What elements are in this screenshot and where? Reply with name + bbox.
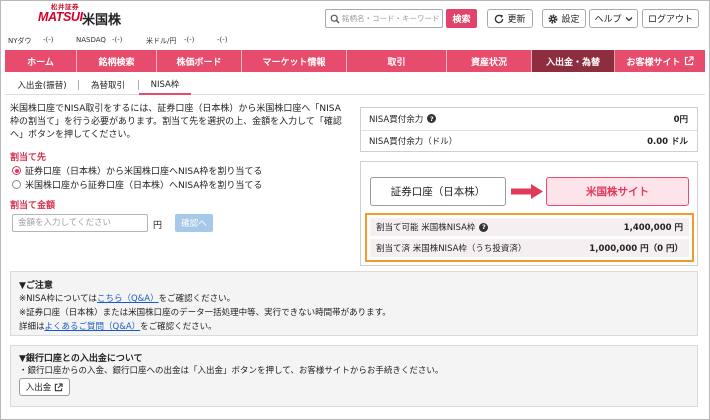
amount-input[interactable]	[13, 215, 147, 231]
buying-power-label: NISA買付余力	[369, 114, 424, 125]
radio-us-to-jp[interactable]: 米国株口座から証券口座（日本株）へNISA枠を割り当てる	[12, 178, 262, 191]
notice-line: ※証券口座（日本株）または米国株口座のデータ一括処理中等、実行できない時間帯があ…	[19, 308, 391, 318]
refresh-button[interactable]: 更新	[487, 9, 533, 28]
to-account-label: 米国株サイト	[546, 177, 689, 206]
quota-allocated-row: 割当て済 米国株NISA枠（うち投資済） 1,000,000 円（0 円）	[370, 239, 689, 257]
amount-unit: 円	[153, 221, 163, 231]
nav-deposit-fx[interactable]: 入出金・為替	[532, 50, 615, 72]
quota-available-label: 割当て可能 米国株NISA枠	[376, 223, 476, 233]
help-dropdown[interactable]: ヘルプ	[589, 9, 638, 28]
ticker-value: -(-)	[112, 36, 123, 44]
nav-customer-site[interactable]: お客様サイト	[615, 50, 705, 72]
external-link-icon	[54, 382, 63, 392]
sub-tabs: 入出金(振替) 為替取引 NISA枠	[5, 74, 705, 95]
settings-button[interactable]: 設定	[542, 9, 586, 28]
search-icon	[330, 14, 340, 24]
ticker-label: NYダウ	[8, 37, 32, 45]
radio-indicator[interactable]	[12, 166, 21, 175]
ticker-label: NASDAQ	[76, 36, 106, 44]
buying-power-usd-label: NISA買付余力（ドル）	[369, 136, 458, 147]
from-account-label: 証券口座（日本株）	[370, 177, 506, 206]
logo-brand: MATSUI	[38, 10, 83, 24]
gear-icon	[548, 13, 558, 24]
search-button[interactable]: 検索	[446, 9, 477, 28]
buying-power-usd-row: NISA買付余力（ドル） 0.00 ドル	[361, 129, 697, 152]
quota-allocated-label: 割当て済 米国株NISA枠（うち投資済）	[376, 244, 527, 254]
nisa-quota-summary: 割当て可能 米国株NISA枠 1,400,000 円 割当て済 米国株NISA枠…	[365, 213, 694, 262]
search-input[interactable]	[326, 10, 442, 27]
allocation-direction-panel: 証券口座（日本株） 米国株サイト 割当て可能 米国株NISA枠 1,400,00…	[360, 161, 698, 266]
notice-text: 詳細は	[19, 322, 45, 332]
deposit-withdraw-label: 入出金	[25, 383, 52, 393]
radio-jp-to-us[interactable]: 証券口座（日本株）から米国株口座へNISA枠を割り当てる	[12, 164, 262, 177]
buying-power-usd-value: 0.00 ドル	[647, 136, 688, 147]
tab-fx-trade[interactable]: 為替取引	[79, 74, 137, 95]
intro-line: 米国株口座でNISA取引をするには、証券口座（日本株）から米国株口座へ「NISA	[10, 104, 341, 114]
faq-link[interactable]: よくあるご質問（Q&A）	[45, 322, 141, 332]
quota-allocated-value: 1,000,000 円（0 円）	[589, 244, 683, 254]
external-link-icon	[684, 56, 694, 66]
ticker-value: -(-)	[43, 36, 54, 44]
nisa-faq-link[interactable]: こちら（Q&A）	[97, 294, 159, 304]
amount-field[interactable]	[12, 214, 148, 232]
bank-heading: ▼銀行口座との入出金について	[19, 354, 143, 364]
ticker-value: -(-)	[217, 36, 228, 44]
buying-power-panel: NISA買付余力 0円 NISA買付余力（ドル） 0.00 ドル	[360, 107, 698, 152]
bank-text: ・銀行口座からの入金、銀行口座への出金は「入出金」ボタンを押して、お客様サイトか…	[19, 366, 444, 376]
notice-text: をご確認ください。	[158, 294, 236, 304]
intro-line: 枠の割当て」を行う必要があります。割当て先を選択の上、金額を入力して「確認	[10, 117, 342, 127]
quota-available-value: 1,400,000 円	[623, 223, 683, 233]
notice-line: 詳細はよくあるご質問（Q&A）をご確認ください。	[19, 320, 217, 332]
tab-deposit-transfer[interactable]: 入出金(振替)	[7, 74, 77, 95]
nav-assets[interactable]: 資産状況	[447, 50, 532, 72]
help-icon[interactable]	[427, 114, 437, 124]
deposit-withdraw-button[interactable]: 入出金	[19, 378, 70, 396]
confirm-button[interactable]: 確認へ	[175, 214, 213, 232]
intro-line: へ」ボタンを押してください。	[10, 130, 136, 140]
quota-available-row: 割当て可能 米国株NISA枠 1,400,000 円	[370, 218, 689, 236]
radio-label: 証券口座（日本株）から米国株口座へNISA枠を割り当てる	[25, 167, 263, 177]
settings-label: 設定	[561, 15, 580, 25]
chevron-down-icon	[625, 16, 633, 22]
allocation-target-heading: 割当て先	[10, 153, 47, 163]
radio-label: 米国株口座から証券口座（日本株）へNISA枠を割り当てる	[25, 181, 263, 191]
intro-text: 米国株口座でNISA取引をするには、証券口座（日本株）から米国株口座へ「NISA…	[10, 103, 355, 142]
allocation-amount-heading: 割当て金額	[10, 201, 56, 211]
nav-market-info[interactable]: マーケット情報	[242, 50, 347, 72]
notice-line: ※NISA枠についてはこちら（Q&A）をご確認ください。	[19, 292, 235, 304]
refresh-icon	[494, 14, 504, 24]
ticker-label: 米ドル/円	[146, 37, 177, 45]
nav-home[interactable]: ホーム	[5, 50, 77, 72]
arrow-right-icon	[511, 184, 543, 199]
bank-panel: ▼銀行口座との入出金について ・銀行口座からの入金、銀行口座への出金は「入出金」…	[10, 345, 698, 407]
global-nav: ホーム 銘柄検索 株価ボード マーケット情報 取引 資産状況 入出金・為替 お客…	[5, 50, 705, 72]
logout-button[interactable]: ログアウト	[642, 9, 699, 28]
notice-heading: ▼ご注意	[19, 281, 53, 291]
search-box[interactable]	[325, 9, 443, 28]
tab-nisa-quota[interactable]: NISA枠	[139, 74, 191, 95]
ticker-value: -(-)	[184, 36, 195, 44]
notice-text: ※NISA枠については	[19, 294, 97, 304]
help-label: ヘルプ	[594, 15, 622, 25]
refresh-label: 更新	[507, 15, 526, 25]
nav-customer-site-label: お客様サイト	[626, 57, 681, 68]
notice-panel: ▼ご注意 ※NISA枠についてはこちら（Q&A）をご確認ください。 ※証券口座（…	[10, 271, 698, 336]
help-icon[interactable]	[479, 222, 489, 232]
notice-text: をご確認ください。	[140, 322, 217, 332]
buying-power-value: 0円	[673, 114, 688, 125]
nav-stock-search[interactable]: 銘柄検索	[77, 50, 157, 72]
logo-product: 米国株	[82, 13, 122, 28]
nav-trade[interactable]: 取引	[347, 50, 447, 72]
nav-stock-board[interactable]: 株価ボード	[157, 50, 242, 72]
buying-power-row: NISA買付余力 0円	[361, 108, 697, 130]
radio-indicator[interactable]	[12, 180, 21, 189]
market-ticker: NYダウ -(-) NASDAQ -(-) 米ドル/円 -(-) -(-)	[0, 36, 260, 47]
